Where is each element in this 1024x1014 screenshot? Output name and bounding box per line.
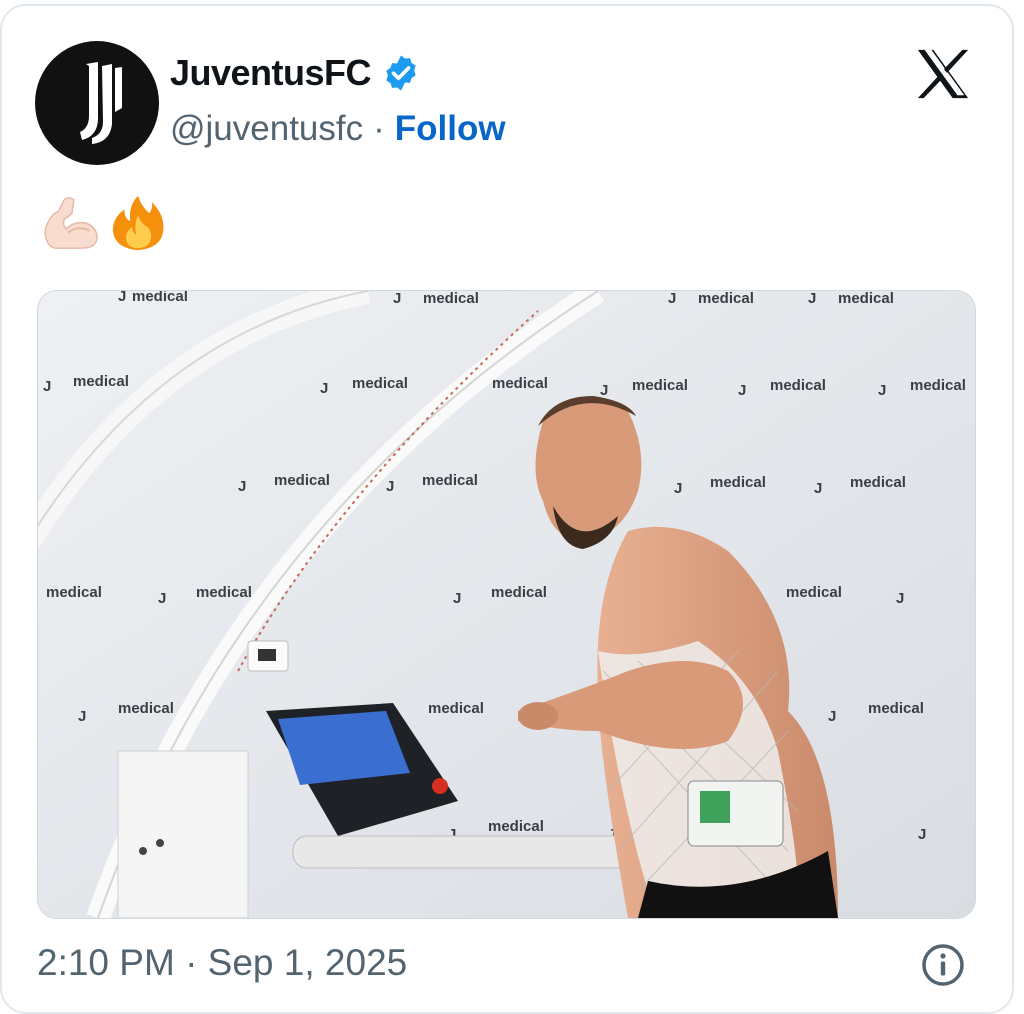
fire-emoji	[112, 195, 164, 251]
tweet-timestamp[interactable]: 2:10 PM · Sep 1, 2025	[37, 942, 407, 984]
tweet-card: JuventusFC @juventusfc · Follow J medica…	[0, 4, 1014, 1014]
svg-text:medical: medical	[632, 377, 688, 394]
svg-text:medical: medical	[770, 377, 826, 394]
svg-text:medical: medical	[118, 700, 174, 717]
svg-text:J: J	[320, 380, 328, 397]
medical-test-photo: Jmedical Jmedical Jmedical Jmedical Jmed…	[38, 291, 975, 918]
svg-text:medical: medical	[710, 474, 766, 491]
svg-text:J: J	[600, 382, 608, 399]
svg-text:medical: medical	[698, 291, 754, 307]
svg-text:J: J	[386, 478, 394, 495]
tweet-photo[interactable]: Jmedical Jmedical Jmedical Jmedical Jmed…	[37, 290, 976, 919]
svg-text:J: J	[668, 291, 676, 307]
svg-text:medical: medical	[274, 472, 330, 489]
svg-text:medical: medical	[488, 818, 544, 835]
author-handle-row: @juventusfc · Follow	[170, 109, 506, 149]
tweet-text	[39, 192, 169, 254]
svg-text:J: J	[814, 480, 822, 497]
svg-text:J: J	[118, 291, 126, 305]
svg-text:J: J	[453, 590, 461, 607]
svg-text:medical: medical	[422, 472, 478, 489]
svg-text:J: J	[238, 478, 246, 495]
svg-text:medical: medical	[428, 700, 484, 717]
svg-text:J: J	[158, 590, 166, 607]
svg-text:medical: medical	[196, 584, 252, 601]
info-icon[interactable]	[920, 942, 966, 988]
x-logo-icon[interactable]	[914, 46, 972, 102]
svg-text:medical: medical	[491, 584, 547, 601]
svg-text:medical: medical	[492, 375, 548, 392]
svg-text:J: J	[43, 378, 51, 395]
svg-text:J: J	[918, 826, 926, 843]
svg-text:J: J	[808, 291, 816, 307]
svg-text:medical: medical	[786, 584, 842, 601]
svg-text:J: J	[828, 708, 836, 725]
follow-button[interactable]: Follow	[395, 109, 506, 149]
svg-text:medical: medical	[868, 700, 924, 717]
svg-text:medical: medical	[132, 291, 188, 305]
svg-text:medical: medical	[352, 375, 408, 392]
svg-text:J: J	[896, 590, 904, 607]
svg-text:J: J	[738, 382, 746, 399]
svg-text:medical: medical	[838, 291, 894, 307]
svg-text:J: J	[78, 708, 86, 725]
author-avatar[interactable]	[35, 41, 159, 165]
flexed-biceps-emoji	[44, 197, 98, 249]
svg-text:J: J	[393, 291, 401, 307]
svg-text:J: J	[674, 480, 682, 497]
svg-text:medical: medical	[910, 377, 966, 394]
svg-text:medical: medical	[423, 291, 479, 307]
svg-text:J: J	[878, 382, 886, 399]
author-handle[interactable]: @juventusfc	[170, 109, 363, 149]
verified-badge-icon	[386, 55, 416, 91]
separator-dot: ·	[373, 109, 385, 148]
svg-text:medical: medical	[850, 474, 906, 491]
svg-text:medical: medical	[46, 584, 102, 601]
juventus-j-logo-icon	[80, 62, 122, 144]
author-name-row: JuventusFC	[170, 52, 421, 94]
svg-text:medical: medical	[73, 373, 129, 390]
author-display-name[interactable]: JuventusFC	[170, 52, 372, 94]
